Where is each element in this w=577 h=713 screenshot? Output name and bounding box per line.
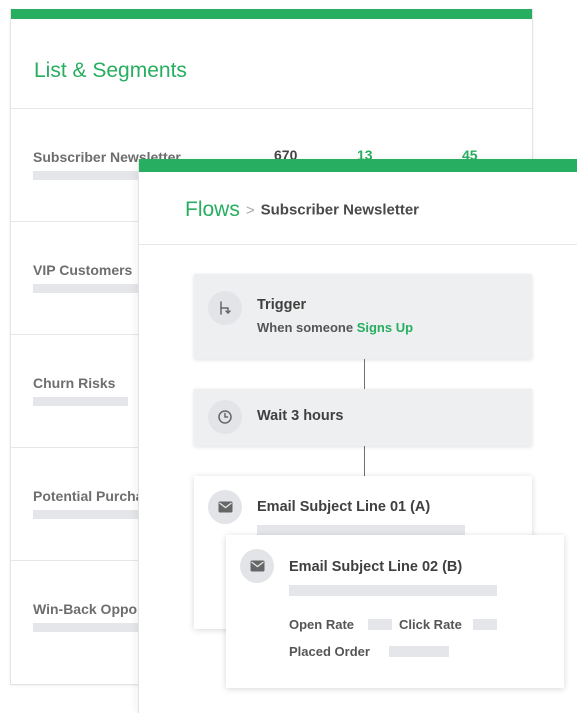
open-rate-label: Open Rate	[289, 617, 355, 632]
wait-step-card[interactable]: Wait 3 hours	[194, 389, 532, 446]
breadcrumb: Flows > Subscriber Newsletter	[139, 172, 577, 245]
trigger-subtitle: When someone Signs Up	[257, 320, 413, 335]
placed-order-label: Placed Order	[289, 644, 370, 659]
click-rate-value-bar	[473, 619, 497, 630]
segment-placeholder-bar	[33, 510, 143, 519]
flow-connector	[364, 446, 365, 476]
trigger-event-link[interactable]: Signs Up	[357, 320, 413, 335]
segment-placeholder-bar	[33, 397, 128, 406]
breadcrumb-separator: >	[245, 201, 255, 219]
segment-placeholder-bar	[33, 284, 143, 293]
envelope-icon	[208, 490, 242, 524]
branch-icon	[208, 291, 242, 325]
email-b-placeholder-bar	[289, 585, 497, 596]
email-b-step-card[interactable]: Email Subject Line 02 (B) Open Rate Clic…	[226, 535, 564, 688]
trigger-subtitle-prefix: When someone	[257, 320, 357, 335]
panel-accent-bar	[139, 159, 577, 172]
email-b-title: Email Subject Line 02 (B)	[289, 559, 463, 575]
flow-editor-panel: Flows > Subscriber Newsletter Trigger When…	[138, 159, 577, 713]
segment-name: VIP Customers	[33, 262, 133, 278]
segment-placeholder-bar	[33, 623, 143, 632]
panel-accent-bar	[11, 9, 532, 19]
email-a-title: Email Subject Line 01 (A)	[257, 499, 431, 515]
segment-name: Churn Risks	[33, 375, 116, 391]
wait-title: Wait 3 hours	[257, 408, 344, 424]
flow-connector	[364, 359, 365, 389]
clock-icon	[208, 400, 242, 434]
trigger-title: Trigger	[257, 297, 307, 313]
trigger-step-card[interactable]: Trigger When someone Signs Up	[194, 274, 532, 359]
envelope-icon	[240, 549, 274, 583]
breadcrumb-current: Subscriber Newsletter	[260, 201, 420, 219]
placed-order-value-bar	[389, 646, 449, 657]
breadcrumb-flows-link[interactable]: Flows	[185, 198, 240, 221]
open-rate-value-bar	[368, 619, 392, 630]
panel-title: List & Segments	[11, 19, 532, 109]
click-rate-label: Click Rate	[399, 617, 462, 632]
